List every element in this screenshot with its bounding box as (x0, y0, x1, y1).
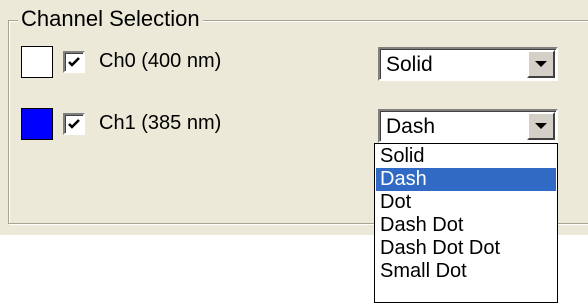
chevron-down-icon[interactable] (527, 112, 555, 140)
dropdown-option[interactable]: Dash Dot (376, 214, 556, 237)
ch1-line-style-value: Dash (386, 115, 436, 138)
checkmark-icon (68, 119, 80, 129)
line-style-dropdown-list[interactable]: Solid Dash Dot Dash Dot Dash Dot Dot Sma… (374, 143, 558, 303)
ch1-line-style-select[interactable]: Dash (378, 109, 558, 143)
ch1-checkbox[interactable] (63, 113, 85, 135)
dropdown-option[interactable]: Solid (376, 145, 556, 168)
ch1-label: Ch1 (385 nm) (99, 112, 222, 134)
ch1-color-swatch[interactable] (21, 108, 53, 140)
ch0-color-swatch[interactable] (21, 46, 53, 78)
ch0-line-style-value: Solid (386, 53, 433, 76)
dropdown-option-selected[interactable]: Dash (376, 168, 556, 191)
dropdown-option[interactable]: Dash Dot Dot (376, 237, 556, 260)
ch0-label: Ch0 (400 nm) (99, 50, 222, 72)
dropdown-option[interactable]: Small Dot (376, 260, 556, 283)
checkmark-icon (68, 57, 80, 67)
ch0-line-style-select[interactable]: Solid (378, 47, 558, 81)
ch0-checkbox[interactable] (63, 51, 85, 73)
chevron-down-icon[interactable] (527, 50, 555, 78)
dropdown-option[interactable]: Dot (376, 191, 556, 214)
group-title: Channel Selection (18, 6, 203, 32)
